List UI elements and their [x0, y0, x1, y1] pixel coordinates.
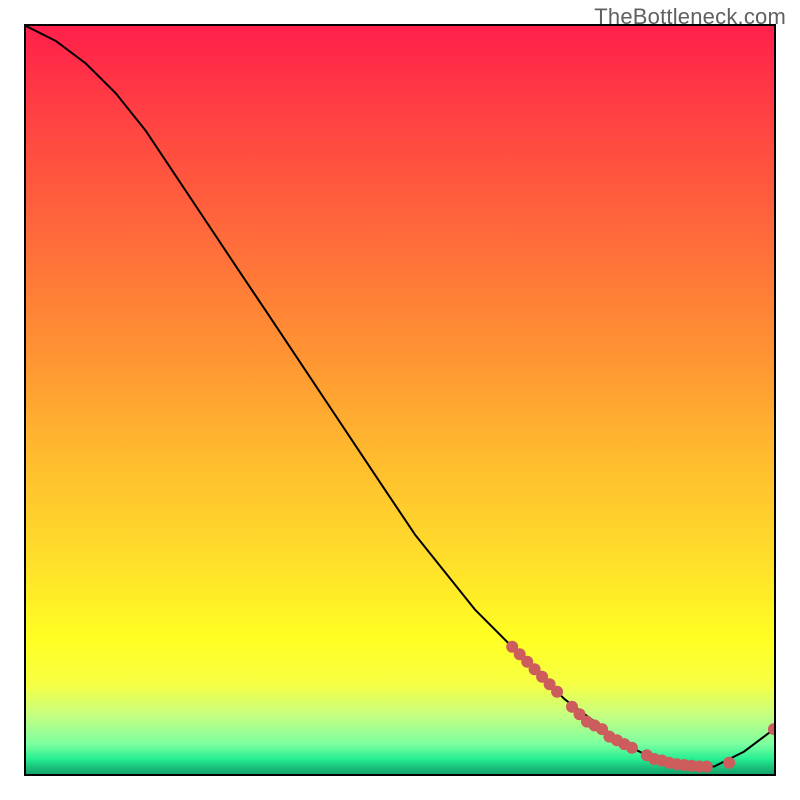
- marker-dot: [723, 757, 735, 769]
- marker-dot: [701, 761, 713, 773]
- bottleneck-curve: [26, 26, 774, 767]
- marker-dot: [626, 742, 638, 754]
- marker-dot: [551, 686, 563, 698]
- chart-svg: [26, 26, 774, 774]
- chart-area: [24, 24, 776, 776]
